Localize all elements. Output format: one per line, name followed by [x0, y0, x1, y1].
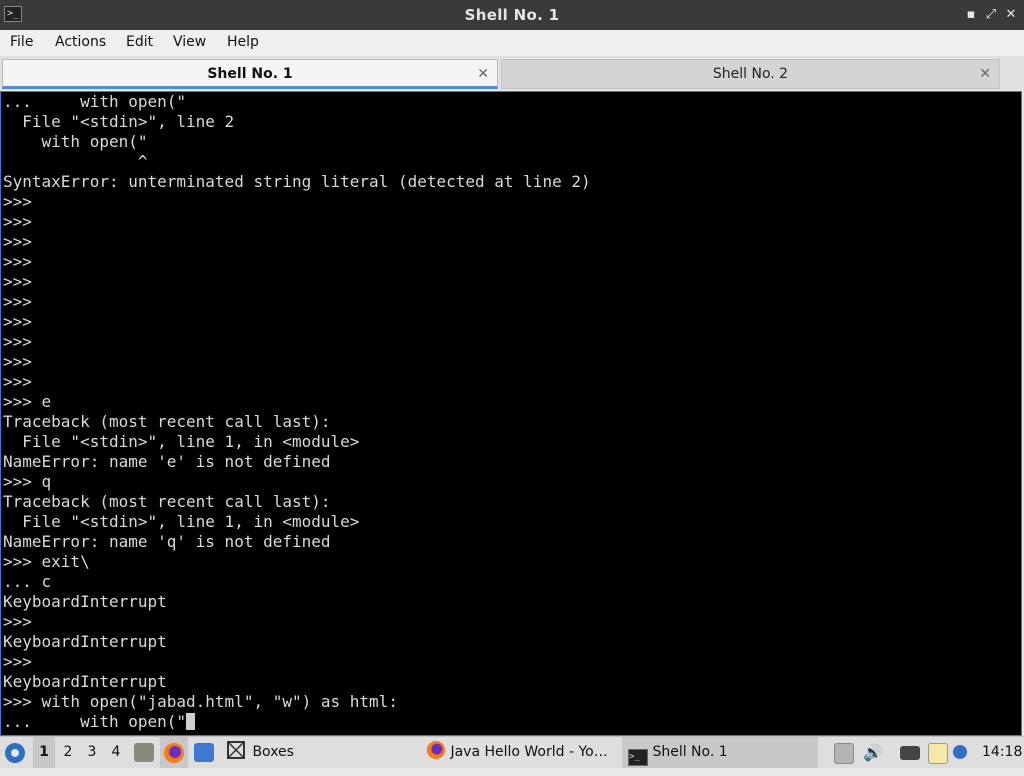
firefox-icon — [426, 740, 446, 760]
workspace-1[interactable]: 1 — [33, 737, 55, 768]
terminal-line: >>> q — [3, 472, 52, 491]
tab-bar: Shell No. 1 ✕ Shell No. 2 ✕ — [0, 56, 1024, 90]
terminal-line: >>> — [3, 372, 32, 391]
workspace-2[interactable]: 2 — [57, 737, 79, 768]
terminal-line: with open(" — [3, 132, 148, 151]
terminal-line: SyntaxError: unterminated string literal… — [3, 172, 591, 191]
terminal-output[interactable]: ... with open(" File "<stdin>", line 2 w… — [0, 91, 1022, 736]
task-label: Boxes — [252, 744, 294, 760]
terminal-line: >>> — [3, 612, 32, 631]
boxes-icon — [227, 741, 245, 759]
clock: 14:18 — [982, 744, 1023, 760]
tab-shell-2[interactable]: Shell No. 2 ✕ — [501, 59, 1000, 89]
terminal-line: KeyboardInterrupt — [3, 672, 167, 691]
start-menu-icon[interactable] — [4, 737, 28, 768]
terminal-line: ... c — [3, 572, 52, 591]
terminal-line: ... with open(" — [1, 712, 1021, 732]
terminal-cursor — [186, 713, 196, 730]
task-browser[interactable]: Java Hello World - Yo… — [422, 737, 618, 768]
update-icon[interactable] — [953, 745, 967, 759]
terminal-line: >>> exit\ — [3, 552, 90, 571]
terminal-line: >>> with open("jabad.html", "w") as html… — [3, 692, 398, 711]
file-manager-icon[interactable] — [134, 743, 154, 762]
tab-shell-1[interactable]: Shell No. 1 ✕ — [2, 59, 498, 89]
menu-file[interactable]: File — [10, 34, 33, 50]
minimize-icon[interactable]: ▪ — [962, 6, 980, 24]
terminal-line: Traceback (most recent call last): — [3, 412, 331, 431]
menu-edit[interactable]: Edit — [126, 34, 153, 50]
tab-label: Shell No. 1 — [207, 66, 293, 82]
terminal-line: >>> — [3, 292, 32, 311]
firefox-launcher[interactable] — [160, 737, 188, 768]
terminal-line: ^ — [3, 152, 148, 171]
tab-close-icon[interactable]: ✕ — [477, 60, 489, 88]
show-desktop-icon[interactable] — [194, 743, 214, 762]
terminal-line: File "<stdin>", line 1, in <module> — [3, 512, 360, 531]
network-icon[interactable] — [900, 746, 920, 760]
menu-actions[interactable]: Actions — [55, 34, 106, 50]
task-label: Shell No. 1 — [652, 744, 728, 760]
tab-close-icon[interactable]: ✕ — [979, 60, 991, 88]
window-title: Shell No. 1 — [464, 6, 560, 24]
terminal-line: KeyboardInterrupt — [3, 592, 167, 611]
terminal-line: >>> — [3, 232, 32, 251]
task-boxes[interactable]: Boxes — [222, 737, 332, 768]
terminal-line: >>> — [3, 332, 32, 351]
terminal-line: Traceback (most recent call last): — [3, 492, 331, 511]
close-icon[interactable]: ✕ — [1002, 6, 1020, 24]
terminal-line: NameError: name 'q' is not defined — [3, 532, 331, 551]
terminal-line: File "<stdin>", line 1, in <module> — [3, 432, 360, 451]
volume-icon[interactable]: 🔊 — [862, 737, 884, 768]
terminal-icon: >_ — [628, 749, 648, 766]
terminal-line: >>> e — [3, 392, 52, 411]
maximize-icon[interactable]: ⤢ — [982, 6, 1000, 24]
menu-help[interactable]: Help — [227, 34, 259, 50]
terminal-line: ... with open(" — [3, 92, 187, 111]
terminal-line: >>> — [3, 652, 32, 671]
terminal-line: >>> — [3, 192, 32, 211]
terminal-line: KeyboardInterrupt — [3, 632, 167, 651]
terminal-line: >>> — [3, 312, 32, 331]
terminal-line: File "<stdin>", line 2 — [3, 112, 235, 131]
terminal-line: >>> — [3, 352, 32, 371]
tab-label: Shell No. 2 — [712, 66, 789, 82]
terminal-line: NameError: name 'e' is not defined — [3, 452, 331, 471]
workspace-3[interactable]: 3 — [81, 737, 103, 768]
notes-icon[interactable] — [928, 743, 948, 764]
workspace-4[interactable]: 4 — [105, 737, 127, 768]
terminal-line: >>> — [3, 272, 32, 291]
task-label: Java Hello World - Yo… — [450, 744, 608, 760]
task-terminal[interactable]: >_ Shell No. 1 — [622, 737, 818, 768]
terminal-line: >>> — [3, 212, 32, 231]
menu-view[interactable]: View — [173, 34, 206, 50]
terminal-line: >>> — [3, 252, 32, 271]
menu-bar: File Actions Edit View Help — [0, 30, 1024, 56]
taskbar: 1 2 3 4 Boxes Java Hello World - Yo… >_ … — [0, 736, 1024, 768]
clipboard-icon[interactable] — [834, 743, 854, 764]
title-bar: >_ Shell No. 1 ▪ ⤢ ✕ — [0, 0, 1024, 30]
firefox-icon — [164, 743, 184, 763]
